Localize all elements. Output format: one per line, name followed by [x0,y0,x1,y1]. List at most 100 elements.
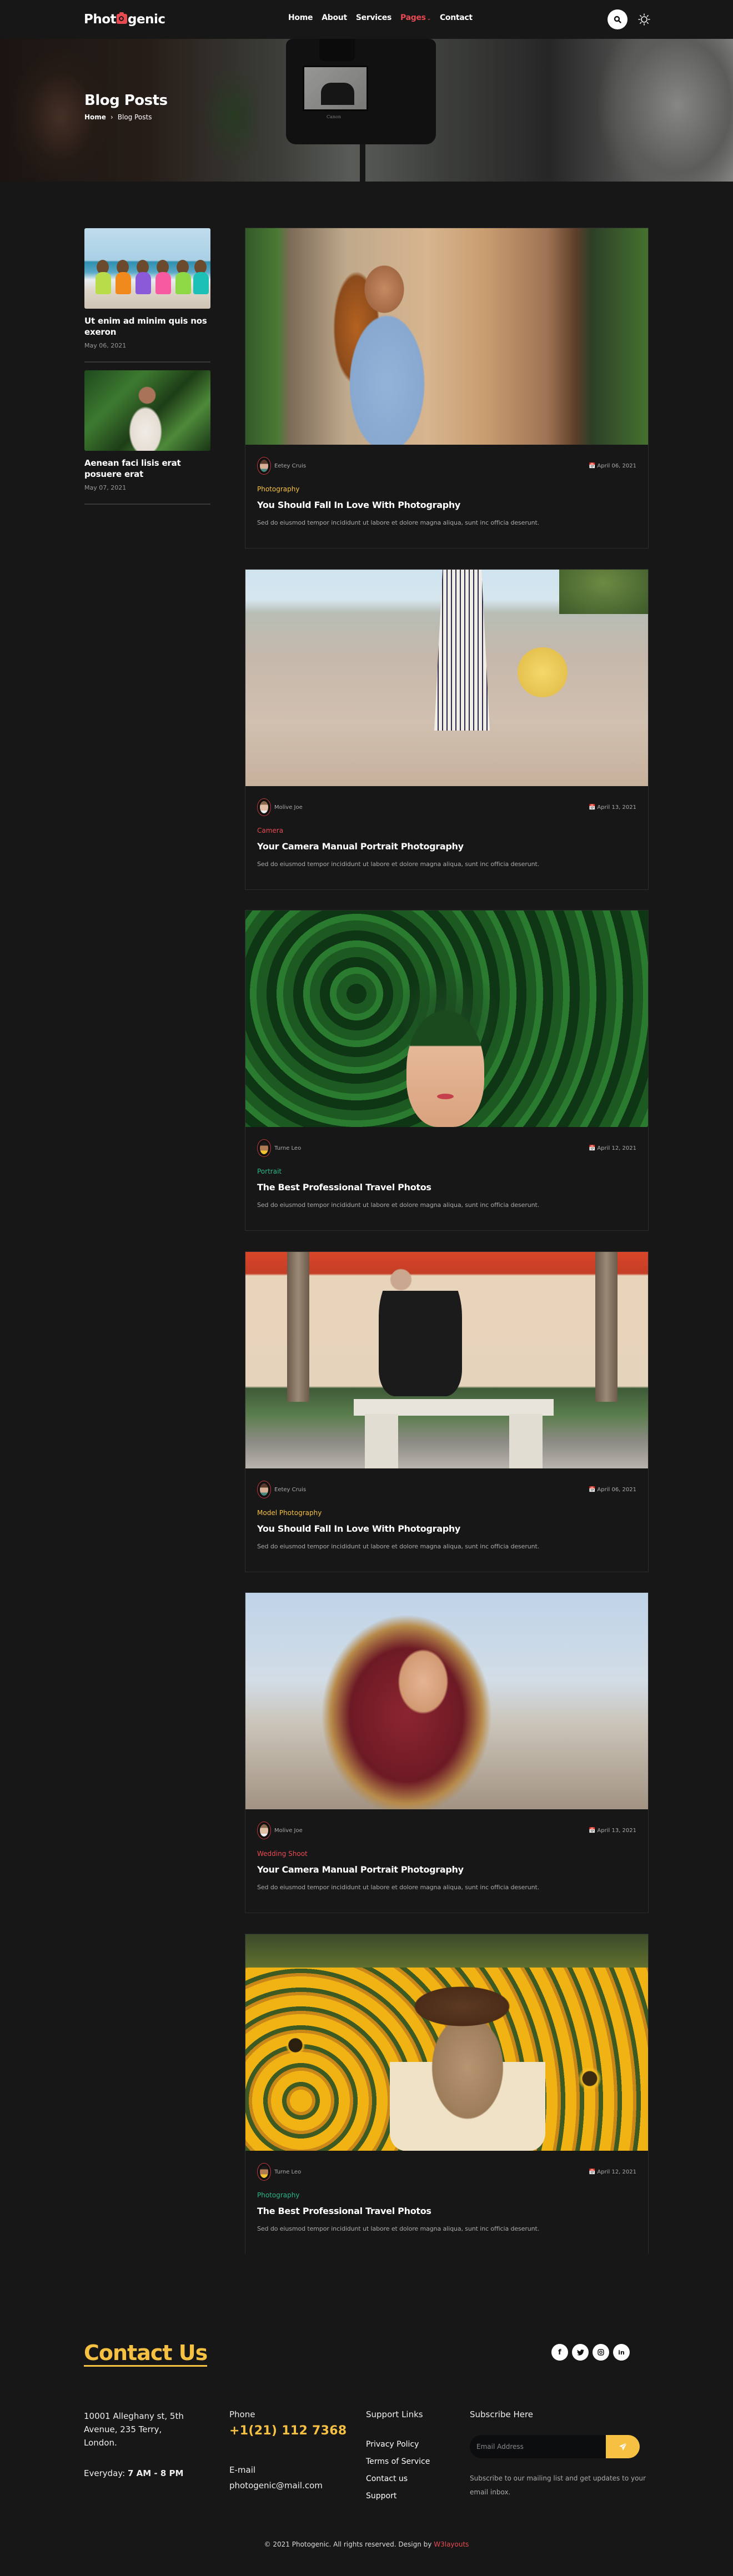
post-image[interactable] [245,1252,648,1468]
chevron-right-icon: › [110,113,113,121]
blog-post-card: Turne Leo 📅 April 12, 2021 Photography Th… [245,1934,649,2254]
breadcrumb-home[interactable]: Home [84,113,106,121]
hours-value: 7 AM - 8 PM [127,2468,184,2478]
footer-link-contact-us[interactable]: Contact us [366,2471,430,2488]
phone-link[interactable]: +1(21) 112 7368 [229,2424,347,2438]
footer-link-terms-of-service[interactable]: Terms of Service [366,2453,430,2471]
designer-link[interactable]: W3layouts [434,2540,469,2548]
post-excerpt: Sed do eiusmod tempor incididunt ut labo… [257,2225,540,2232]
avatar [257,2163,271,2181]
chevron-down-icon: ⌄ [426,16,431,22]
post-title[interactable]: Your Camera Manual Portrait Photography [257,841,636,852]
footer-hours: Everyday: 7 AM - 8 PM [84,2468,183,2478]
post-category[interactable]: Wedding Shoot [257,1850,636,1858]
nav-contact[interactable]: Contact [440,13,473,22]
instagram-icon[interactable] [593,2344,609,2361]
contact-heading[interactable]: Contact Us [84,2341,208,2367]
facebook-icon[interactable]: f [551,2344,568,2361]
author-name: Turne Leo [274,2169,302,2175]
avatar [257,1481,271,1498]
nav-services[interactable]: Services [356,13,391,22]
post-title[interactable]: You Should Fall In Love With Photography [257,500,636,510]
post-category[interactable]: Photography [257,485,636,493]
sidebar-post-date: May 06, 2021 [84,342,127,349]
post-title[interactable]: The Best Professional Travel Photos [257,1182,636,1193]
post-body: Turne Leo 📅 April 12, 2021 Photography Th… [245,2151,648,2254]
post-date: 📅 April 12, 2021 [589,2169,636,2175]
post-category[interactable]: Camera [257,827,636,834]
post-author[interactable]: Turne Leo [257,1139,301,1157]
nav-about[interactable]: About [322,13,347,22]
blog-post-card: Turne Leo 📅 April 12, 2021 Portrait The B… [245,910,649,1231]
post-category[interactable]: Photography [257,2191,636,2199]
avatar [257,457,271,475]
page-title: Blog Posts [84,92,168,109]
subscribe-button[interactable] [606,2435,640,2458]
post-meta: Turne Leo 📅 April 12, 2021 [257,1139,636,1157]
post-meta: Eetey Cruis 📅 April 06, 2021 [257,1481,636,1498]
post-meta: Turne Leo 📅 April 12, 2021 [257,2163,636,2181]
author-name: Eetey Cruis [274,462,307,469]
post-author[interactable]: Molive Joe [257,1822,303,1839]
sun-icon [638,13,650,26]
footer-link-privacy-policy[interactable]: Privacy Policy [366,2436,430,2453]
post-image[interactable] [245,1593,648,1809]
blog-post-card: Eetey Cruis 📅 April 06, 2021 Photography … [245,228,649,549]
theme-toggle[interactable] [636,12,652,27]
twitter-icon[interactable] [572,2344,589,2361]
post-date: 📅 April 13, 2021 [589,804,636,811]
post-author[interactable]: Eetey Cruis [257,1481,306,1498]
footer-email-block: E-mail photogenic@mail.com [229,2465,323,2491]
sidebar-post-title[interactable]: Ut enim ad minim quis nos exeron [84,315,210,338]
subscribe-heading: Subscribe Here [470,2409,534,2419]
post-date: 📅 April 13, 2021 [589,1828,636,1834]
breadcrumb: Home › Blog Posts [84,113,152,121]
sidebar-post-thumbnail[interactable] [84,228,210,309]
post-meta: Molive Joe 📅 April 13, 2021 [257,798,636,816]
email-input[interactable] [470,2435,606,2458]
post-category[interactable]: Model Photography [257,1509,636,1517]
hero-banner: Canon Blog Posts Home › Blog Posts [0,39,733,182]
main-nav: Home About Services Pages ⌄ Contact [288,13,481,22]
support-links-heading: Support Links [366,2409,423,2419]
footer-link-support[interactable]: Support [366,2488,430,2505]
email-label: E-mail [229,2465,256,2475]
author-name: Molive Joe [274,1827,303,1834]
post-image[interactable] [245,228,648,445]
site-header: Phot genic Home About Services Pages ⌄ Con… [0,0,733,39]
copyright: © 2021 Photogenic. All rights reserved. … [0,2540,733,2548]
nav-pages[interactable]: Pages ⌄ [400,13,431,22]
sidebar-post-title[interactable]: Aenean faci lisis erat posuere erat [84,457,210,480]
linkedin-icon[interactable]: in [613,2344,630,2361]
post-date: 📅 April 06, 2021 [589,463,636,469]
post-image[interactable] [245,910,648,1127]
post-title[interactable]: The Best Professional Travel Photos [257,2206,636,2216]
post-author[interactable]: Molive Joe [257,798,303,816]
post-date: 📅 April 12, 2021 [589,1145,636,1151]
camera-icon [117,12,128,24]
post-body: Eetey Cruis 📅 April 06, 2021 Photography … [245,445,648,548]
post-category[interactable]: Portrait [257,1168,636,1175]
email-link[interactable]: photogenic@mail.com [229,2481,323,2491]
site-logo[interactable]: Phot genic [84,12,165,27]
sidebar-post-thumbnail[interactable] [84,370,210,451]
post-excerpt: Sed do eiusmod tempor incididunt ut labo… [257,1884,540,1891]
post-body: Turne Leo 📅 April 12, 2021 Portrait The B… [245,1127,648,1230]
post-title[interactable]: Your Camera Manual Portrait Photography [257,1864,636,1875]
subscribe-note: Subscribe to our mailing list and get up… [470,2474,646,2496]
avatar [257,1139,271,1157]
post-author[interactable]: Eetey Cruis [257,457,306,475]
logo-text-prefix: Phot [84,12,117,27]
post-date-text: April 06, 2021 [597,462,636,469]
sidebar-post[interactable]: Aenean faci lisis erat posuere erat May … [84,370,210,505]
nav-home[interactable]: Home [288,13,313,22]
post-excerpt: Sed do eiusmod tempor incididunt ut labo… [257,1543,540,1550]
sidebar-post[interactable]: Ut enim ad minim quis nos exeron May 06,… [84,228,210,363]
post-meta: Molive Joe 📅 April 13, 2021 [257,1822,636,1839]
avatar [257,1822,271,1839]
post-image[interactable] [245,1934,648,2151]
post-title[interactable]: You Should Fall In Love With Photography [257,1523,636,1534]
search-button[interactable] [608,9,627,29]
post-image[interactable] [245,570,648,786]
post-author[interactable]: Turne Leo [257,2163,301,2181]
